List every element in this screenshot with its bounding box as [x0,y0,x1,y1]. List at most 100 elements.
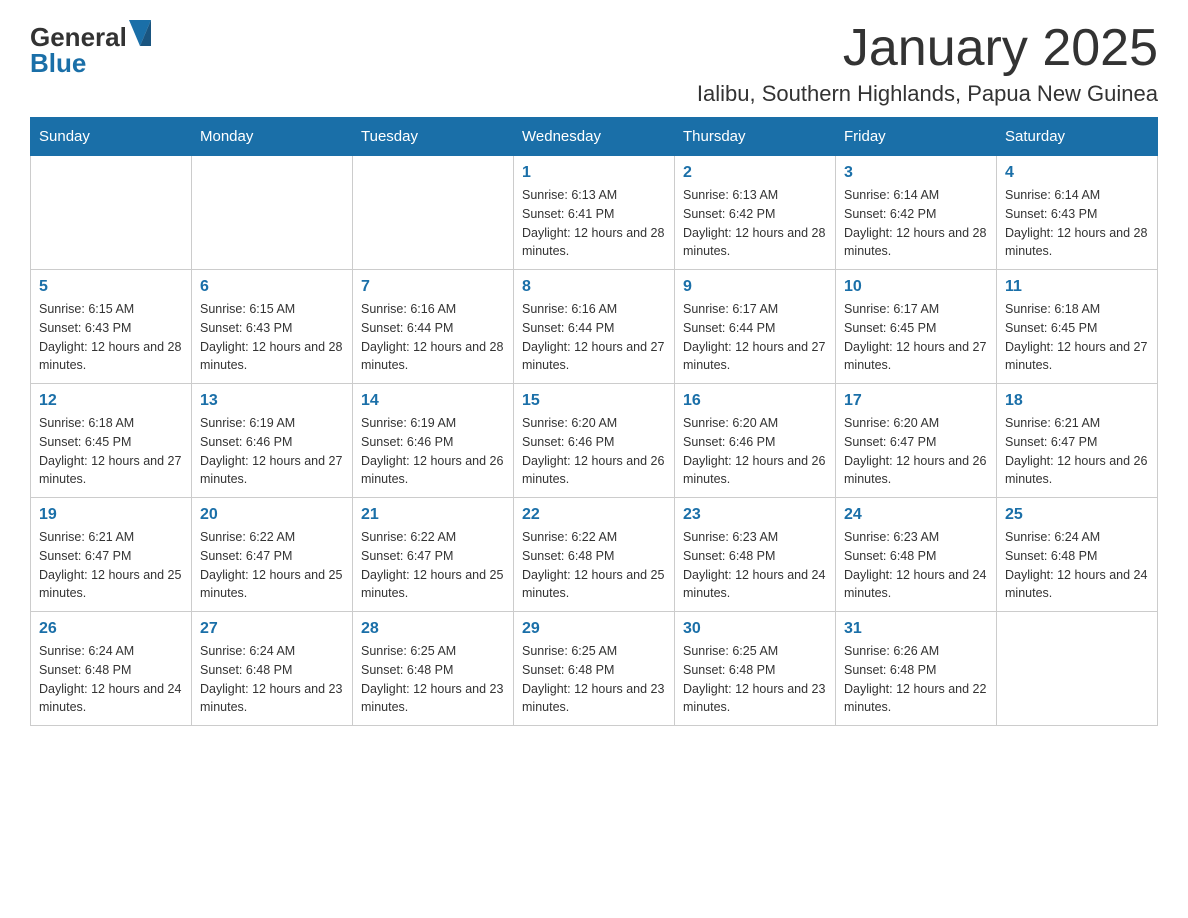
day-number: 6 [200,278,344,296]
day-number: 2 [683,164,827,182]
calendar-cell: 2 Sunrise: 6:13 AMSunset: 6:42 PMDaylight… [675,156,836,270]
day-info: Sunrise: 6:24 AMSunset: 6:48 PMDaylight:… [200,642,344,717]
day-number: 7 [361,278,505,296]
day-number: 28 [361,620,505,638]
weekday-header-friday: Friday [836,118,997,156]
day-number: 4 [1005,164,1149,182]
weekday-header-saturday: Saturday [997,118,1158,156]
calendar-cell: 5 Sunrise: 6:15 AMSunset: 6:43 PMDaylight… [31,270,192,384]
calendar-cell [353,156,514,270]
calendar-week-1: 1Sunrise: 6:13 AMSunset: 6:41 PMDaylight… [31,156,1158,270]
calendar-cell: 12 Sunrise: 6:18 AMSunset: 6:45 PMDayligh… [31,384,192,498]
calendar-cell: 19 Sunrise: 6:21 AMSunset: 6:47 PMDayligh… [31,498,192,612]
day-number: 27 [200,620,344,638]
day-info: Sunrise: 6:15 AMSunset: 6:43 PMDaylight:… [39,300,183,375]
weekday-header-monday: Monday [192,118,353,156]
weekday-header-sunday: Sunday [31,118,192,156]
calendar-cell [31,156,192,270]
day-info: Sunrise: 6:20 AMSunset: 6:47 PMDaylight:… [844,414,988,489]
calendar-table: SundayMondayTuesdayWednesdayThursdayFrid… [30,117,1158,726]
calendar-cell: 13Sunrise: 6:19 AMSunset: 6:46 PMDayligh… [192,384,353,498]
day-info: Sunrise: 6:23 AMSunset: 6:48 PMDaylight:… [844,528,988,603]
logo-triangle-icon [129,20,151,46]
calendar-week-2: 5 Sunrise: 6:15 AMSunset: 6:43 PMDaylight… [31,270,1158,384]
calendar-week-4: 19 Sunrise: 6:21 AMSunset: 6:47 PMDayligh… [31,498,1158,612]
calendar-cell: 1Sunrise: 6:13 AMSunset: 6:41 PMDaylight… [514,156,675,270]
day-number: 5 [39,278,183,296]
day-number: 13 [200,392,344,410]
day-info: Sunrise: 6:22 AMSunset: 6:47 PMDaylight:… [200,528,344,603]
day-number: 19 [39,506,183,524]
day-info: Sunrise: 6:14 AMSunset: 6:42 PMDaylight:… [844,186,988,261]
calendar-cell: 31 Sunrise: 6:26 AMSunset: 6:48 PMDayligh… [836,612,997,726]
day-number: 24 [844,506,988,524]
day-info: Sunrise: 6:15 AMSunset: 6:43 PMDaylight:… [200,300,344,375]
calendar-cell: 4 Sunrise: 6:14 AMSunset: 6:43 PMDaylight… [997,156,1158,270]
day-number: 29 [522,620,666,638]
calendar-cell: 9 Sunrise: 6:17 AMSunset: 6:44 PMDaylight… [675,270,836,384]
calendar-cell: 24 Sunrise: 6:23 AMSunset: 6:48 PMDayligh… [836,498,997,612]
day-info: Sunrise: 6:14 AMSunset: 6:43 PMDaylight:… [1005,186,1149,261]
day-number: 20 [200,506,344,524]
calendar-cell: 18Sunrise: 6:21 AMSunset: 6:47 PMDayligh… [997,384,1158,498]
month-title: January 2025 [697,20,1158,77]
day-number: 8 [522,278,666,296]
calendar-cell: 29 Sunrise: 6:25 AMSunset: 6:48 PMDayligh… [514,612,675,726]
calendar-cell [997,612,1158,726]
day-number: 12 [39,392,183,410]
calendar-cell: 21 Sunrise: 6:22 AMSunset: 6:47 PMDayligh… [353,498,514,612]
day-info: Sunrise: 6:26 AMSunset: 6:48 PMDaylight:… [844,642,988,717]
day-number: 18 [1005,392,1149,410]
day-info: Sunrise: 6:13 AMSunset: 6:42 PMDaylight:… [683,186,827,261]
day-info: Sunrise: 6:24 AMSunset: 6:48 PMDaylight:… [1005,528,1149,603]
day-info: Sunrise: 6:20 AMSunset: 6:46 PMDaylight:… [522,414,666,489]
day-number: 21 [361,506,505,524]
day-info: Sunrise: 6:25 AMSunset: 6:48 PMDaylight:… [522,642,666,717]
day-number: 14 [361,392,505,410]
calendar-cell: 3 Sunrise: 6:14 AMSunset: 6:42 PMDaylight… [836,156,997,270]
day-number: 16 [683,392,827,410]
title-section: January 2025 Ialibu, Southern Highlands,… [697,20,1158,107]
day-info: Sunrise: 6:13 AMSunset: 6:41 PMDaylight:… [522,186,666,261]
day-info: Sunrise: 6:17 AMSunset: 6:44 PMDaylight:… [683,300,827,375]
day-info: Sunrise: 6:18 AMSunset: 6:45 PMDaylight:… [1005,300,1149,375]
day-info: Sunrise: 6:22 AMSunset: 6:47 PMDaylight:… [361,528,505,603]
day-info: Sunrise: 6:19 AMSunset: 6:46 PMDaylight:… [361,414,505,489]
calendar-cell: 28Sunrise: 6:25 AMSunset: 6:48 PMDayligh… [353,612,514,726]
day-info: Sunrise: 6:25 AMSunset: 6:48 PMDaylight:… [683,642,827,717]
calendar-header: SundayMondayTuesdayWednesdayThursdayFrid… [31,118,1158,156]
weekday-header-thursday: Thursday [675,118,836,156]
weekday-header-wednesday: Wednesday [514,118,675,156]
day-number: 31 [844,620,988,638]
calendar-cell: 8 Sunrise: 6:16 AMSunset: 6:44 PMDaylight… [514,270,675,384]
calendar-cell: 22 Sunrise: 6:22 AMSunset: 6:48 PMDayligh… [514,498,675,612]
day-info: Sunrise: 6:16 AMSunset: 6:44 PMDaylight:… [522,300,666,375]
calendar-cell: 27 Sunrise: 6:24 AMSunset: 6:48 PMDayligh… [192,612,353,726]
day-number: 10 [844,278,988,296]
day-number: 22 [522,506,666,524]
day-info: Sunrise: 6:21 AMSunset: 6:47 PMDaylight:… [39,528,183,603]
day-info: Sunrise: 6:24 AMSunset: 6:48 PMDaylight:… [39,642,183,717]
day-number: 23 [683,506,827,524]
weekday-header-row: SundayMondayTuesdayWednesdayThursdayFrid… [31,118,1158,156]
calendar-cell: 20 Sunrise: 6:22 AMSunset: 6:47 PMDayligh… [192,498,353,612]
day-number: 30 [683,620,827,638]
calendar-week-3: 12 Sunrise: 6:18 AMSunset: 6:45 PMDayligh… [31,384,1158,498]
day-info: Sunrise: 6:23 AMSunset: 6:48 PMDaylight:… [683,528,827,603]
day-info: Sunrise: 6:20 AMSunset: 6:46 PMDaylight:… [683,414,827,489]
page-header: General Blue January 2025 Ialibu, Southe… [30,20,1158,107]
logo-blue-text: Blue [30,48,86,78]
calendar-cell: 23 Sunrise: 6:23 AMSunset: 6:48 PMDayligh… [675,498,836,612]
calendar-cell: 26Sunrise: 6:24 AMSunset: 6:48 PMDayligh… [31,612,192,726]
day-info: Sunrise: 6:22 AMSunset: 6:48 PMDaylight:… [522,528,666,603]
day-info: Sunrise: 6:16 AMSunset: 6:44 PMDaylight:… [361,300,505,375]
day-number: 9 [683,278,827,296]
calendar-cell: 17Sunrise: 6:20 AMSunset: 6:47 PMDayligh… [836,384,997,498]
location-title: Ialibu, Southern Highlands, Papua New Gu… [697,81,1158,107]
day-info: Sunrise: 6:17 AMSunset: 6:45 PMDaylight:… [844,300,988,375]
calendar-cell: 16 Sunrise: 6:20 AMSunset: 6:46 PMDayligh… [675,384,836,498]
day-info: Sunrise: 6:18 AMSunset: 6:45 PMDaylight:… [39,414,183,489]
day-number: 3 [844,164,988,182]
day-number: 15 [522,392,666,410]
calendar-cell: 14 Sunrise: 6:19 AMSunset: 6:46 PMDayligh… [353,384,514,498]
